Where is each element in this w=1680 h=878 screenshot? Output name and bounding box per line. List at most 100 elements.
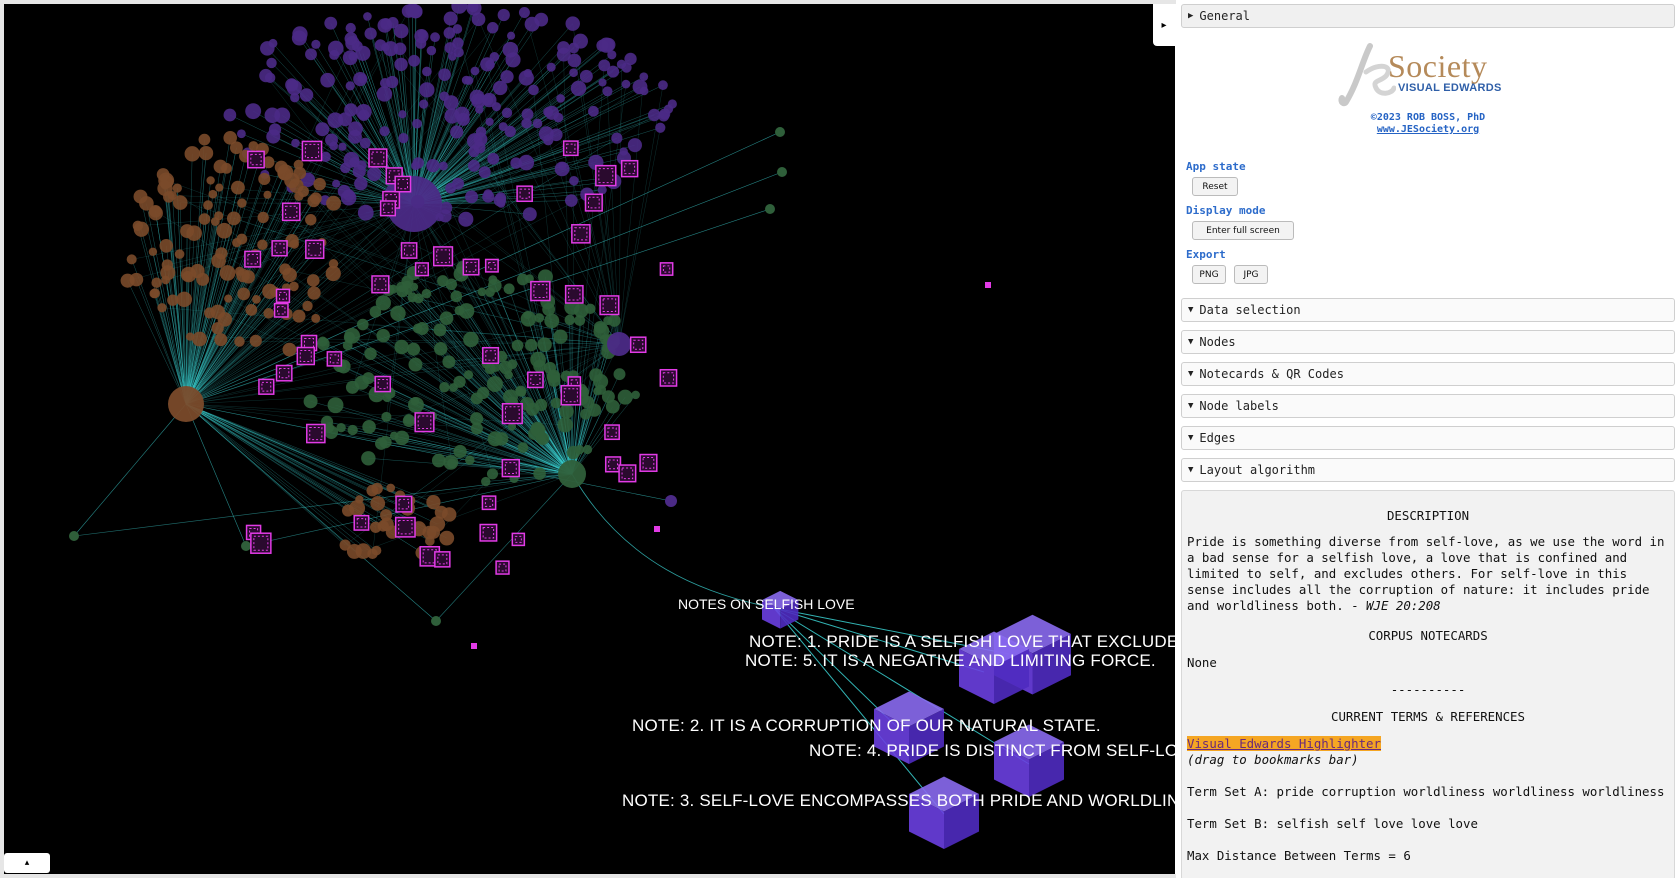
- graph-node: [470, 412, 484, 426]
- graph-node: [598, 59, 611, 72]
- fullscreen-button[interactable]: Enter full screen: [1192, 221, 1294, 240]
- graph-node: [450, 125, 464, 139]
- graph-node: [524, 16, 540, 32]
- graph-node: [450, 290, 463, 303]
- qr-code-node: [400, 242, 418, 259]
- note-label-4: NOTE: 4. PRIDE IS DISTINCT FROM SELF-LOV…: [809, 741, 1175, 760]
- graph-node: [482, 190, 495, 203]
- graph-node: [501, 107, 513, 118]
- graph-node: [356, 318, 369, 331]
- bottom-expand-toggle[interactable]: ▴: [4, 853, 50, 873]
- graph-canvas[interactable]: NOTES ON SELFISH LOVE NOTE: 1. PRIDE IS …: [4, 4, 1175, 874]
- graph-node: [523, 69, 533, 78]
- graph-node: [345, 81, 355, 91]
- graph-node: [495, 192, 507, 204]
- graph-node: [486, 22, 499, 34]
- graph-node: [433, 323, 447, 337]
- graph-node: [305, 48, 317, 61]
- note-label-1: NOTE: 1. PRIDE IS A SELFISH LOVE THAT EX…: [749, 632, 1175, 651]
- section-data-selection[interactable]: ▼ Data selection: [1181, 298, 1675, 322]
- graph-node: [658, 80, 668, 91]
- graph-node: [478, 166, 491, 179]
- reset-button[interactable]: Reset: [1192, 177, 1238, 196]
- graph-node: [390, 305, 406, 322]
- graph-node: [464, 76, 474, 85]
- qr-code-node: [395, 495, 413, 513]
- section-label: Node labels: [1199, 399, 1279, 413]
- graph-node: [491, 102, 501, 112]
- je-monogram-icon: [1338, 43, 1396, 107]
- graph-node: [569, 176, 579, 186]
- graph-node: [602, 86, 613, 97]
- graph-node: [477, 287, 487, 297]
- graph-node: [340, 162, 351, 174]
- graph-node: [624, 52, 637, 66]
- graph-node: [518, 154, 535, 171]
- caret-right-icon: ▶: [1188, 11, 1194, 21]
- graph-node: [489, 52, 500, 62]
- graph-node: [443, 95, 459, 111]
- graph-node: [345, 380, 360, 394]
- graph-node: [430, 32, 440, 43]
- graph-node: [311, 39, 321, 49]
- graph-node: [198, 213, 211, 225]
- graph-node: [274, 160, 288, 174]
- highlighter-bookmarklet[interactable]: Visual Edwards Highlighter: [1187, 736, 1381, 751]
- graph-node: [307, 194, 320, 208]
- graph-node: [498, 122, 508, 131]
- graph-node: [500, 70, 514, 84]
- graph-node: [258, 172, 271, 185]
- section-layout-algorithm[interactable]: ▼ Layout algorithm: [1181, 458, 1675, 482]
- section-notecards-qr[interactable]: ▼ Notecards & QR Codes: [1181, 362, 1675, 386]
- graph-node: [485, 117, 494, 126]
- section-general-label: General: [1199, 9, 1250, 23]
- graph-node: [320, 72, 335, 88]
- export-jpg-button[interactable]: JPG: [1234, 265, 1268, 284]
- outlier-node: [69, 531, 79, 541]
- graph-node: [386, 483, 396, 493]
- section-general[interactable]: ▶ General: [1181, 4, 1675, 28]
- highlighter-row: Visual Edwards Highlighter: [1187, 736, 1671, 752]
- graph-node: [326, 195, 342, 211]
- caret-down-icon: ▼: [1188, 305, 1194, 315]
- graph-node: [190, 263, 205, 279]
- graph-node: [348, 121, 363, 137]
- graph-node: [363, 12, 372, 21]
- graph-node: [487, 152, 500, 165]
- qr-code-node: [374, 375, 392, 393]
- graph-node: [603, 316, 613, 326]
- graph-node: [411, 161, 421, 171]
- nodes-layer: [69, 4, 787, 626]
- section-edges[interactable]: ▼ Edges: [1181, 426, 1675, 450]
- graph-node: [180, 224, 195, 239]
- graph-node: [354, 176, 368, 191]
- qr-code-node: [479, 523, 498, 542]
- graph-node: [148, 205, 163, 221]
- outlier-node: [665, 495, 677, 507]
- graph-node: [245, 103, 262, 120]
- graph-node: [345, 22, 356, 34]
- graph-node: [470, 392, 483, 405]
- website-link[interactable]: www.JESociety.org: [1176, 124, 1680, 135]
- graph-node: [497, 8, 510, 22]
- graph-node: [419, 82, 435, 98]
- graph-node: [442, 355, 456, 369]
- graph-node: [157, 303, 167, 313]
- description-heading: DESCRIPTION: [1386, 508, 1470, 523]
- graph-node: [364, 347, 377, 360]
- graph-node: [386, 75, 399, 89]
- graph-node: [398, 133, 409, 144]
- graph-node: [667, 99, 677, 109]
- graph-node: [359, 137, 371, 149]
- section-node-labels[interactable]: ▼ Node labels: [1181, 394, 1675, 418]
- export-png-button[interactable]: PNG: [1192, 265, 1226, 284]
- graph-edge: [185, 403, 378, 489]
- graph-node: [237, 198, 247, 208]
- graph-node: [616, 59, 627, 69]
- graph-node: [453, 444, 467, 459]
- graph-node: [515, 387, 524, 396]
- section-nodes[interactable]: ▼ Nodes: [1181, 330, 1675, 354]
- graph-node: [292, 309, 306, 323]
- panel-collapse-toggle[interactable]: ▸: [1153, 4, 1175, 46]
- graph-node: [303, 394, 318, 409]
